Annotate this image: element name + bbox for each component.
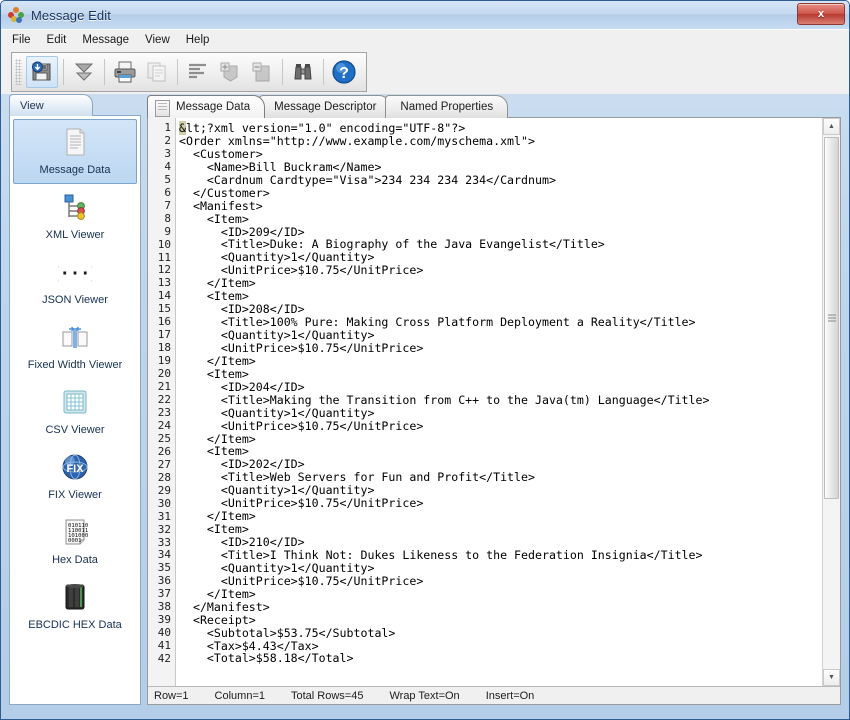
svg-text:?: ? — [339, 65, 349, 82]
binoculars-icon — [294, 64, 312, 80]
binary-page-icon: 010110 110011 101000 0001 — [58, 515, 92, 549]
toolbar-separator — [177, 59, 178, 85]
sidebar-item-message-data[interactable]: Message Data — [13, 119, 137, 184]
sidebar-item-label: Fixed Width Viewer — [27, 359, 123, 371]
sidebar-item-csv-viewer[interactable]: CSV Viewer — [13, 379, 137, 444]
add-row-icon — [220, 62, 238, 82]
svg-text:0001: 0001 — [68, 538, 81, 544]
tab-message-descriptor[interactable]: Message Descriptor — [259, 95, 392, 118]
save-button[interactable] — [26, 56, 58, 88]
view-list: Message Data XML Viewer ··· JSON Viewer … — [9, 115, 141, 705]
toolbar-separator — [63, 59, 64, 85]
tab-named-properties[interactable]: Named Properties — [385, 95, 509, 118]
menu-item-file[interactable]: File — [10, 32, 39, 48]
tab-label: Message Descriptor — [274, 101, 377, 113]
sidebar-item-json-viewer[interactable]: {···} JSON Viewer — [13, 249, 137, 314]
toolbar-separator — [282, 59, 283, 85]
sidebar-item-label: EBCDIC HEX Data — [28, 619, 122, 631]
scroll-thumb[interactable] — [824, 137, 839, 499]
pinwheel-icon — [8, 7, 24, 23]
sidebar-item-fix-viewer[interactable]: FIX FIX Viewer — [13, 444, 137, 509]
status-bar: Row=1 Column=1 Total Rows=45 Wrap Text=O… — [148, 686, 840, 704]
line-number-gutter: 1 2 3 4 5 6 7 8 9 10 11 12 13 14 15 16 17 18 19 20 21 22 23 24 2… — [148, 118, 176, 686]
print-button[interactable] — [110, 57, 140, 87]
align-left-icon — [189, 63, 206, 79]
scroll-up-button[interactable]: ▲ — [823, 118, 840, 135]
copy-button[interactable] — [142, 57, 172, 87]
scroll-down-button[interactable]: ▼ — [823, 669, 840, 686]
menu-item-edit[interactable]: Edit — [45, 32, 75, 48]
status-row: Row=1 — [154, 689, 189, 702]
toolbar-separator — [104, 59, 105, 85]
main-content: View Message Data XML Viewer ··· JSON Vi… — [9, 94, 841, 705]
help-button[interactable]: ? — [329, 57, 359, 87]
fix-globe-icon: FIX — [58, 450, 92, 484]
document-icon — [155, 100, 170, 117]
vertical-scrollbar[interactable]: ▲ ▼ — [822, 118, 840, 686]
message-edit-window: Message Edit x File Edit Message View He… — [0, 0, 850, 720]
save-icon — [32, 61, 51, 81]
status-insert: Insert=On — [485, 689, 535, 702]
sidebar-item-label: Hex Data — [52, 554, 98, 566]
delete-row-button[interactable] — [247, 57, 277, 87]
copy-icon — [147, 62, 166, 82]
view-panel: View Message Data XML Viewer ··· JSON Vi… — [9, 94, 141, 705]
sidebar-item-hex-data[interactable]: 010110 110011 101000 0001 Hex Data — [13, 509, 137, 574]
xml-text-area[interactable]: &lt;?xml version="1.0" encoding="UTF-8"?… — [176, 118, 822, 686]
grid-table-icon — [58, 385, 92, 419]
sidebar-item-ebcdic-hex-data[interactable]: EBCDIC HEX Data — [13, 574, 137, 639]
editor-panel: Message Data Message Descriptor Named Pr… — [147, 94, 841, 705]
window-title: Message Edit — [31, 7, 111, 23]
toolbar-container: ? — [1, 49, 849, 94]
status-wrap-text: Wrap Text=On — [389, 689, 460, 702]
sidebar-item-label: CSV Viewer — [45, 424, 105, 436]
menu-item-message[interactable]: Message — [80, 32, 137, 48]
fixed-width-icon — [58, 320, 92, 354]
collapse-all-button[interactable] — [69, 57, 99, 87]
find-button[interactable] — [288, 57, 318, 87]
sidebar-item-label: JSON Viewer — [42, 294, 108, 306]
sidebar-item-label: XML Viewer — [45, 229, 105, 241]
view-tab-strip: View — [9, 94, 141, 116]
menu-bar: File Edit Message View Help — [1, 29, 849, 49]
document-icon — [58, 125, 92, 159]
tab-strip: Message Data Message Descriptor Named Pr… — [147, 94, 841, 118]
insert-row-button[interactable] — [215, 57, 245, 87]
tab-label: Named Properties — [400, 101, 494, 113]
question-mark-icon: ? — [332, 60, 356, 84]
tab-label: Message Data — [176, 101, 251, 113]
toolbar-grip[interactable] — [15, 59, 22, 85]
remove-row-icon — [252, 62, 270, 82]
svg-text:{···}: {···} — [58, 264, 92, 284]
tab-view[interactable]: View — [9, 94, 93, 116]
close-button[interactable]: x — [797, 3, 845, 25]
scroll-track[interactable] — [823, 135, 840, 669]
tape-drive-icon — [58, 580, 92, 614]
sidebar-item-xml-viewer[interactable]: XML Viewer — [13, 184, 137, 249]
format-button[interactable] — [183, 57, 213, 87]
toolbar: ? — [11, 52, 367, 92]
xml-tree-icon — [58, 190, 92, 224]
editor-frame: 1 2 3 4 5 6 7 8 9 10 11 12 13 14 15 16 17 18 19 20 21 22 23 24 2… — [147, 117, 841, 705]
sidebar-item-label: FIX Viewer — [48, 489, 102, 501]
menu-item-help[interactable]: Help — [184, 32, 218, 48]
json-braces-icon: {···} — [49, 255, 100, 289]
sidebar-item-fixed-width-viewer[interactable]: Fixed Width Viewer — [13, 314, 137, 379]
editor-row: 1 2 3 4 5 6 7 8 9 10 11 12 13 14 15 16 17 18 19 20 21 22 23 24 2… — [148, 118, 840, 686]
tab-message-data[interactable]: Message Data — [147, 95, 266, 118]
printer-icon — [114, 61, 136, 83]
svg-text:FIX: FIX — [66, 463, 84, 475]
toolbar-separator — [323, 59, 324, 85]
title-bar: Message Edit x — [1, 1, 849, 29]
double-down-arrow-icon — [74, 63, 94, 81]
status-column: Column=1 — [214, 689, 265, 702]
menu-item-view[interactable]: View — [143, 32, 178, 48]
sidebar-item-label: Message Data — [39, 164, 111, 176]
status-total-rows: Total Rows=45 — [291, 689, 364, 702]
